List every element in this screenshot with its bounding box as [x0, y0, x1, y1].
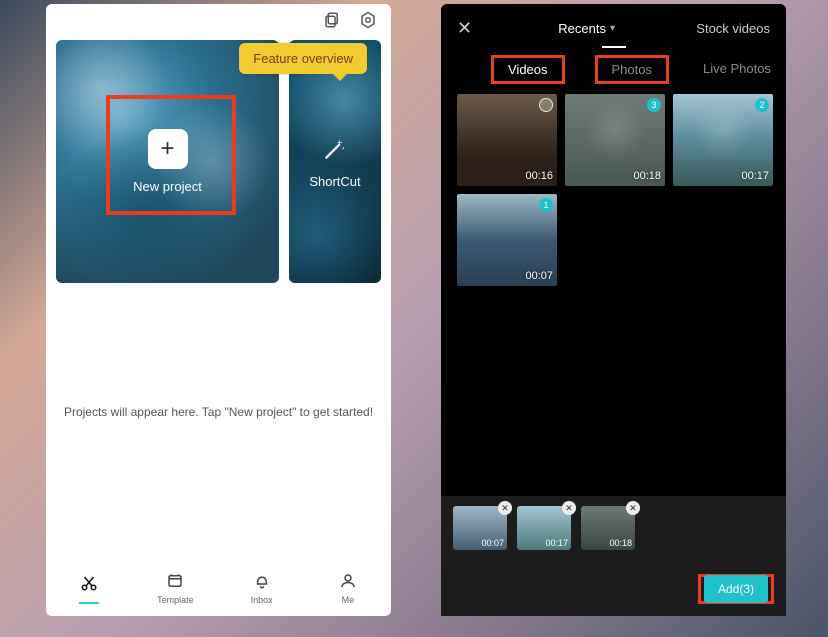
tab-live-photos[interactable]: Live Photos	[699, 55, 775, 84]
tray-thumbnail[interactable]: ✕ 00:18	[581, 506, 635, 550]
tab-inbox-label: Inbox	[251, 595, 273, 605]
selection-circle[interactable]	[539, 98, 553, 112]
empty-projects-hint: Projects will appear here. Tap "New proj…	[46, 405, 391, 419]
tab-photos[interactable]: Photos	[608, 56, 656, 83]
template-icon	[166, 572, 184, 592]
tab-inbox[interactable]: Inbox	[232, 572, 292, 605]
album-title: Recents	[558, 21, 606, 36]
duration-label: 00:17	[741, 170, 769, 182]
album-underline	[602, 46, 626, 48]
wand-icon	[321, 135, 349, 166]
tab-me[interactable]: Me	[318, 572, 378, 605]
new-project-card[interactable]: + New project	[56, 40, 279, 283]
media-thumbnail[interactable]: 00:16	[457, 94, 557, 186]
scissors-icon	[80, 574, 98, 594]
tray-thumbnail[interactable]: ✕ 00:07	[453, 506, 507, 550]
bell-icon	[253, 572, 271, 592]
selection-badge[interactable]: 2	[755, 98, 769, 112]
hero-section: Feature overview + New project ShortCut	[46, 40, 391, 283]
media-thumbnail[interactable]: 3 00:18	[565, 94, 665, 186]
add-button[interactable]: Add(3)	[704, 575, 768, 603]
chevron-down-icon: ▾	[610, 23, 615, 34]
duration-label: 00:16	[525, 170, 553, 182]
album-dropdown[interactable]: Recents ▾	[558, 21, 615, 36]
person-icon	[339, 572, 357, 592]
highlight-box-videos-tab: Videos	[491, 55, 565, 84]
tab-me-label: Me	[342, 595, 355, 605]
highlight-box-add-button: Add(3)	[698, 574, 774, 604]
tab-template[interactable]: Template	[145, 572, 205, 605]
media-type-tabs: Videos Photos Live Photos	[441, 49, 786, 94]
duration-label: 00:18	[609, 538, 632, 548]
duration-label: 00:07	[525, 270, 553, 282]
shortcut-label: ShortCut	[309, 174, 360, 189]
remove-icon[interactable]: ✕	[498, 501, 512, 515]
home-topbar	[46, 4, 391, 40]
duration-label: 00:18	[633, 170, 661, 182]
feature-overview-badge[interactable]: Feature overview	[239, 43, 367, 74]
highlight-box-new-project	[106, 95, 236, 215]
duration-label: 00:17	[545, 538, 568, 548]
media-picker-screen: ✕ Recents ▾ Stock videos Videos Photos L…	[441, 4, 786, 616]
selection-tray: ✕ 00:07 ✕ 00:17 ✕ 00:18 Add(3)	[441, 496, 786, 616]
remove-icon[interactable]: ✕	[626, 501, 640, 515]
tab-edit[interactable]	[59, 574, 119, 604]
home-screen: Feature overview + New project ShortCut …	[46, 4, 391, 616]
stock-videos-link[interactable]: Stock videos	[696, 21, 770, 36]
selection-badge[interactable]: 1	[539, 198, 553, 212]
settings-icon[interactable]	[359, 11, 377, 34]
media-thumbnail[interactable]: 2 00:17	[673, 94, 773, 186]
media-thumbnail[interactable]: 1 00:07	[457, 194, 557, 286]
tab-template-label: Template	[157, 595, 194, 605]
picker-header: ✕ Recents ▾ Stock videos	[441, 4, 786, 49]
tray-row: ✕ 00:07 ✕ 00:17 ✕ 00:18	[453, 506, 774, 550]
bottom-tabbar: Template Inbox Me	[46, 561, 391, 616]
media-grid: 00:16 3 00:18 2 00:17 1 00:07	[441, 94, 786, 286]
close-icon[interactable]: ✕	[457, 18, 477, 39]
remove-icon[interactable]: ✕	[562, 501, 576, 515]
selection-badge[interactable]: 3	[647, 98, 661, 112]
tab-videos[interactable]: Videos	[504, 56, 552, 83]
highlight-box-photos-tab: Photos	[595, 55, 669, 84]
duration-label: 00:07	[481, 538, 504, 548]
multi-window-icon[interactable]	[323, 11, 341, 34]
tray-thumbnail[interactable]: ✕ 00:17	[517, 506, 571, 550]
